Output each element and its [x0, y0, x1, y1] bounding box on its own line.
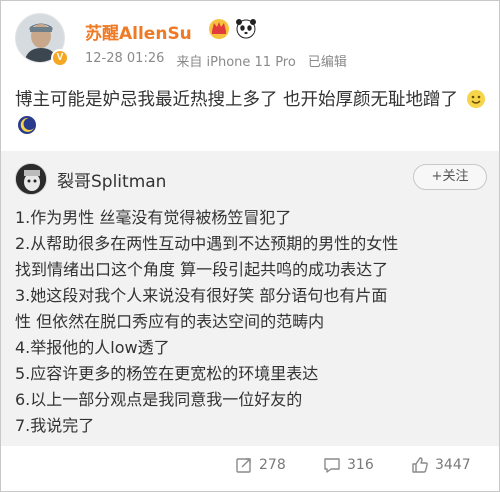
smile-emoji-icon [466, 90, 485, 108]
repost-icon [236, 458, 251, 473]
panda-icon [236, 19, 256, 39]
repost-line: 5.应容许更多的杨笠在更宽松的环境里表达 [15, 364, 319, 383]
repost-line: 6.以上一部分观点是我同意我一位好友的 [15, 390, 303, 409]
repost-line: 3.她这段对我个人来说没有很好笑 部分语句也有片面 [15, 286, 388, 305]
post-edited[interactable]: 已编辑 [308, 51, 347, 70]
post-header: V 苏醒AllenSu 12-28 01:26 来自 iPhone 11 Pro… [15, 13, 487, 75]
like-count: 3447 [435, 457, 471, 473]
post-source: 来自 iPhone 11 Pro [176, 55, 296, 70]
post-text: 博主可能是妒忌我最近热搜上多了 也开始厚颜无耻地蹭了 [15, 87, 487, 139]
like-action[interactable]: 3447 [411, 456, 471, 474]
repost-avatar-photo-icon [16, 164, 46, 194]
author-avatar[interactable]: V [15, 13, 69, 67]
post-time: 12-28 01:26 [85, 51, 165, 66]
repost-action[interactable]: 278 [235, 456, 286, 474]
follow-button[interactable]: +关注 [413, 164, 487, 190]
thumbs-up-icon [412, 457, 428, 473]
comment-count: 316 [347, 457, 374, 473]
author-name[interactable]: 苏醒AllenSu [85, 19, 192, 44]
repost-line: 1.作为男性 丝毫没有觉得被杨笠冒犯了 [15, 208, 292, 227]
moon-emoji-icon [18, 116, 36, 134]
action-bar: 278 316 3447 [1, 448, 499, 486]
repost-line: 4.举报他的人low透了 [15, 338, 170, 357]
repost-text: 1.作为男性 丝毫没有觉得被杨笠冒犯了 2.从帮助很多在两性互动中遇到不达预期的… [15, 205, 489, 439]
post-meta: 12-28 01:26 来自 iPhone 11 Pro 已编辑 [85, 51, 347, 70]
repost-author-name[interactable]: 裂哥Splitman [57, 167, 166, 192]
post-body: 博主可能是妒忌我最近热搜上多了 也开始厚颜无耻地蹭了 [15, 90, 459, 110]
crown-icon [209, 19, 229, 39]
verified-badge-icon: V [51, 49, 69, 67]
repost-avatar[interactable] [15, 163, 47, 195]
name-icons [207, 17, 257, 39]
repost-line: 性 但依然在脱口秀应有的表达空间的范畴内 [15, 312, 325, 331]
repost-count: 278 [259, 457, 286, 473]
repost-line: 7.我说完了 [15, 416, 95, 435]
comment-icon [324, 458, 340, 473]
comment-action[interactable]: 316 [323, 456, 374, 474]
repost-line: 找到情绪出口这个角度 算一段引起共鸣的成功表达了 [15, 260, 389, 279]
repost-line: 2.从帮助很多在两性互动中遇到不达预期的男性的女性 [15, 234, 399, 253]
repost-card[interactable]: 裂哥Splitman +关注 1.作为男性 丝毫没有觉得被杨笠冒犯了 2.从帮助… [1, 151, 499, 446]
